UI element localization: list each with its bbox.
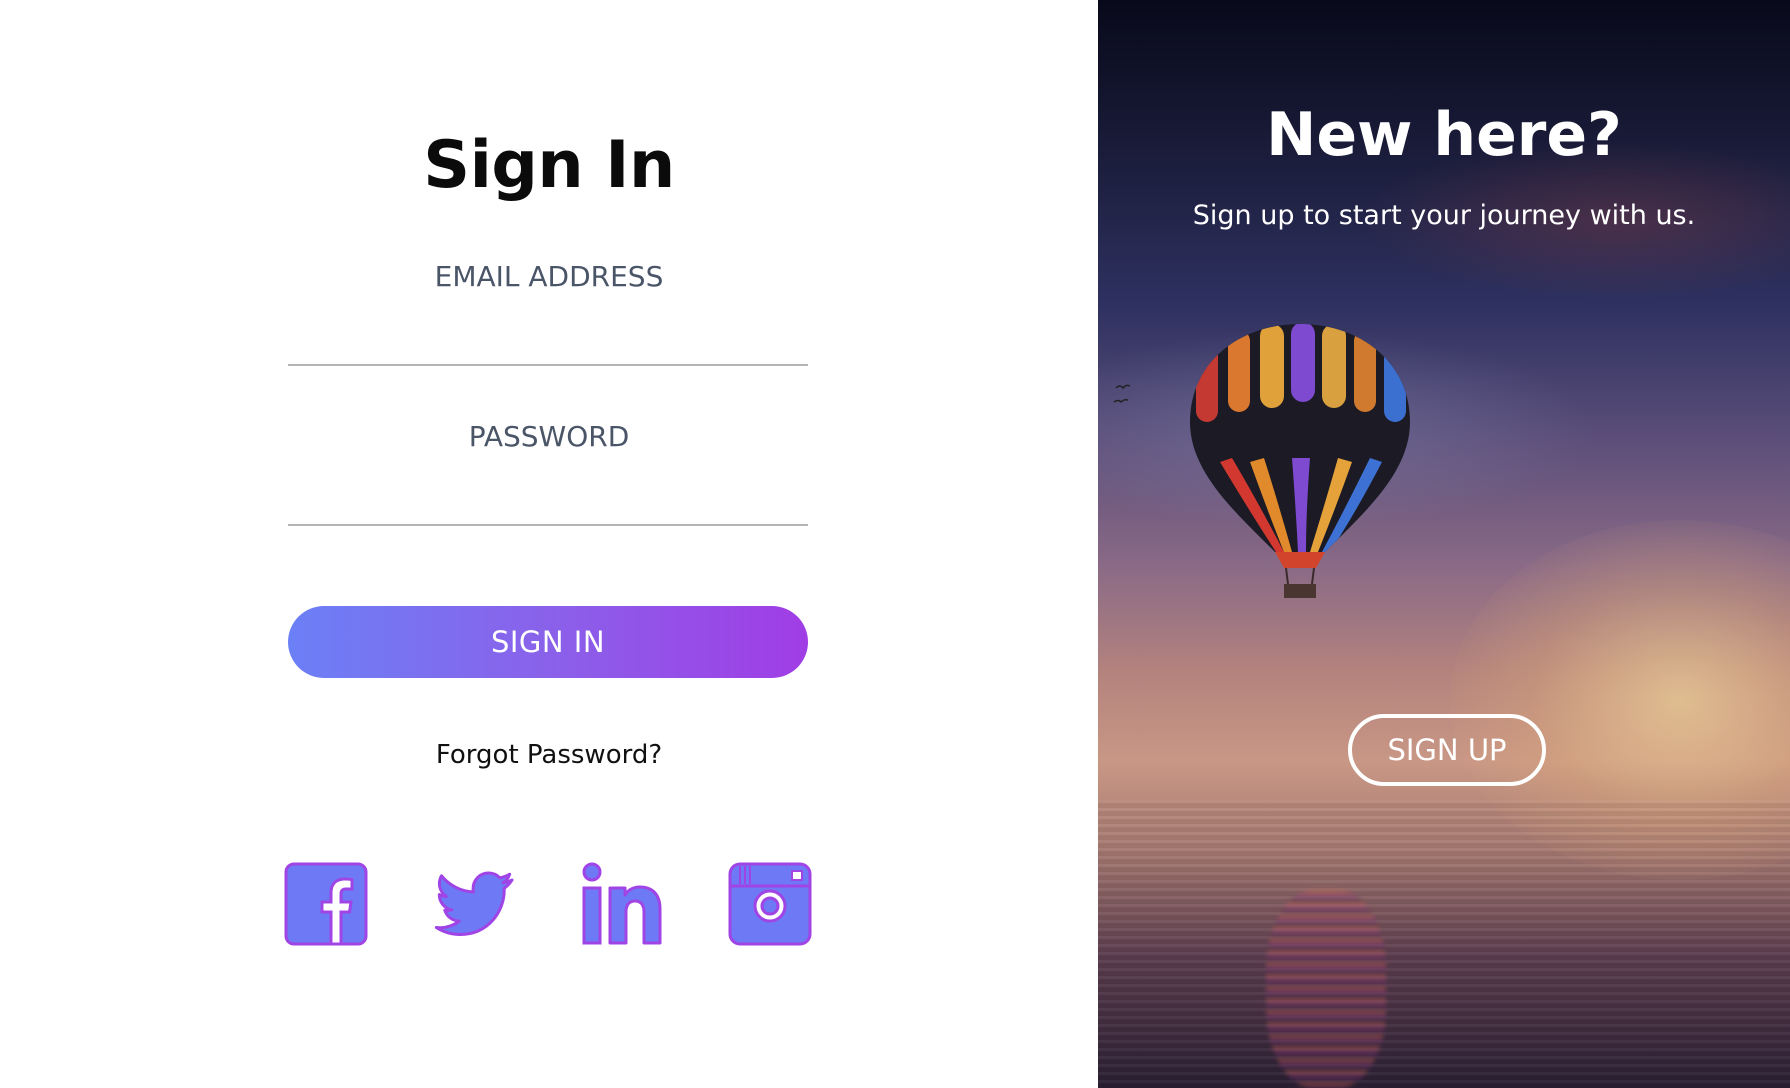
facebook-icon[interactable] [284,862,368,946]
forgot-password-link[interactable]: Forgot Password? [0,740,1098,770]
birds-icon [1113,384,1131,404]
hot-air-balloon-image [1190,324,1410,598]
signin-panel: Sign In EMAIL ADDRESS PASSWORD SIGN IN F… [0,0,1098,1088]
signup-title: New here? [1266,100,1622,170]
twitter-icon[interactable] [432,862,516,946]
email-label: EMAIL ADDRESS [434,260,664,293]
signup-subtitle: Sign up to start your journey with us. [1192,200,1696,231]
password-label: PASSWORD [468,420,630,453]
signin-button[interactable]: SIGN IN [288,606,808,678]
password-input[interactable] [288,476,808,526]
email-input[interactable] [288,316,808,366]
balloon-reflection [1266,890,1386,1088]
signup-panel: New here? Sign up to start your journey … [1098,0,1790,1088]
signup-button[interactable]: SIGN UP [1348,714,1546,786]
water-background [1098,800,1790,1088]
signin-title: Sign In [423,128,675,203]
linkedin-icon[interactable] [580,862,664,946]
instagram-icon[interactable] [728,862,812,946]
